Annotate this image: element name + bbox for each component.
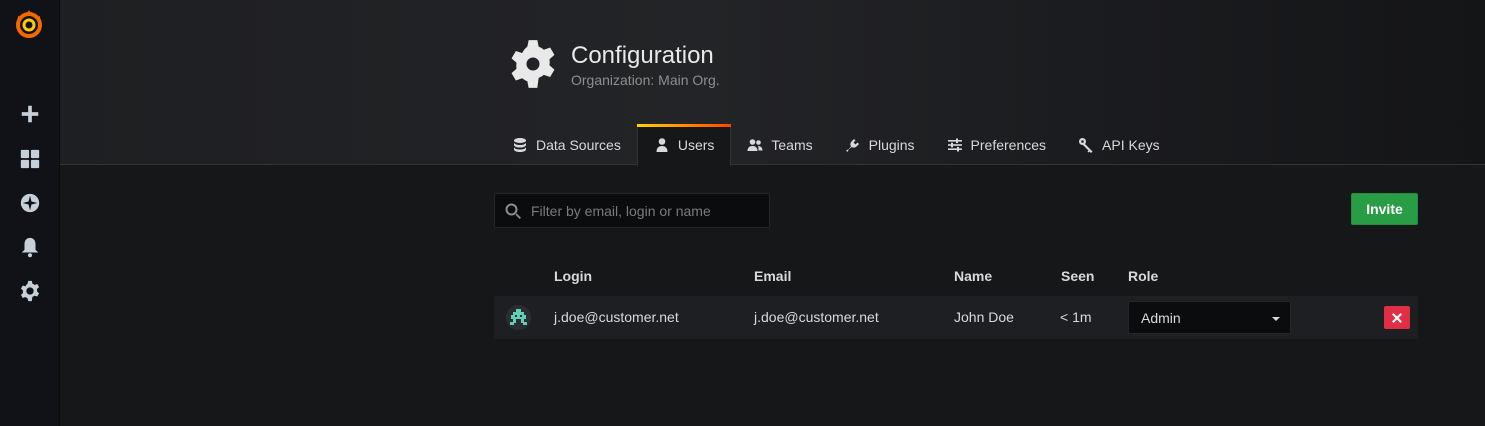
tab-api-keys[interactable]: API Keys: [1062, 124, 1176, 165]
tab-label: API Keys: [1102, 136, 1160, 153]
tab-label: Preferences: [970, 136, 1047, 153]
gear-icon[interactable]: [18, 279, 42, 303]
dashboards-icon[interactable]: [18, 147, 42, 171]
tab-label: Plugins: [868, 136, 915, 153]
sliders-icon: [947, 137, 963, 153]
table-row: j.doe@customer.net j.doe@customer.net Jo…: [494, 296, 1418, 339]
sidebar: [0, 0, 60, 426]
tab-label: Users: [677, 137, 715, 153]
cell-name: John Doe: [954, 309, 1014, 325]
users-icon: [747, 137, 763, 153]
tab-label: Teams: [771, 136, 813, 153]
search-box: [494, 193, 770, 228]
database-icon: [512, 137, 528, 153]
column-header-login: Login: [554, 268, 593, 284]
role-select[interactable]: Admin: [1128, 301, 1291, 334]
tab-bar: Data Sources Users Teams Plugins Prefere…: [496, 124, 1176, 166]
key-icon: [1078, 137, 1094, 153]
page-header: Configuration Organization: Main Org. Da…: [60, 0, 1485, 166]
cell-login: j.doe@customer.net: [554, 309, 679, 325]
tab-label: Data Sources: [536, 136, 621, 153]
avatar: [506, 305, 531, 330]
caret-down-icon: [1272, 317, 1280, 321]
search-icon: [504, 202, 522, 220]
invite-button[interactable]: Invite: [1351, 193, 1418, 225]
bell-icon[interactable]: [18, 235, 42, 259]
plus-icon[interactable]: [18, 102, 42, 126]
close-icon: [1392, 312, 1402, 323]
compass-icon[interactable]: [18, 191, 42, 215]
page-title: Configuration: [571, 42, 714, 69]
column-header-email: Email: [754, 268, 792, 284]
user-icon: [654, 137, 670, 153]
gear-icon: [507, 38, 559, 90]
column-header-role: Role: [1128, 268, 1159, 284]
column-header-seen: Seen: [1061, 268, 1095, 284]
tab-preferences[interactable]: Preferences: [931, 124, 1062, 165]
search-input[interactable]: [529, 194, 765, 227]
role-select-value: Admin: [1141, 310, 1181, 326]
cell-seen: < 1m: [1060, 309, 1092, 325]
column-header-name: Name: [954, 268, 993, 284]
cell-email: j.doe@customer.net: [754, 309, 879, 325]
tab-data-sources[interactable]: Data Sources: [496, 124, 637, 165]
delete-user-button[interactable]: [1384, 306, 1410, 329]
plug-icon: [845, 137, 861, 153]
tab-teams[interactable]: Teams: [731, 124, 828, 165]
grafana-logo-icon[interactable]: [13, 8, 45, 40]
page-subtitle: Organization: Main Org.: [571, 72, 720, 88]
tab-users[interactable]: Users: [636, 124, 732, 166]
tab-plugins[interactable]: Plugins: [829, 124, 931, 165]
